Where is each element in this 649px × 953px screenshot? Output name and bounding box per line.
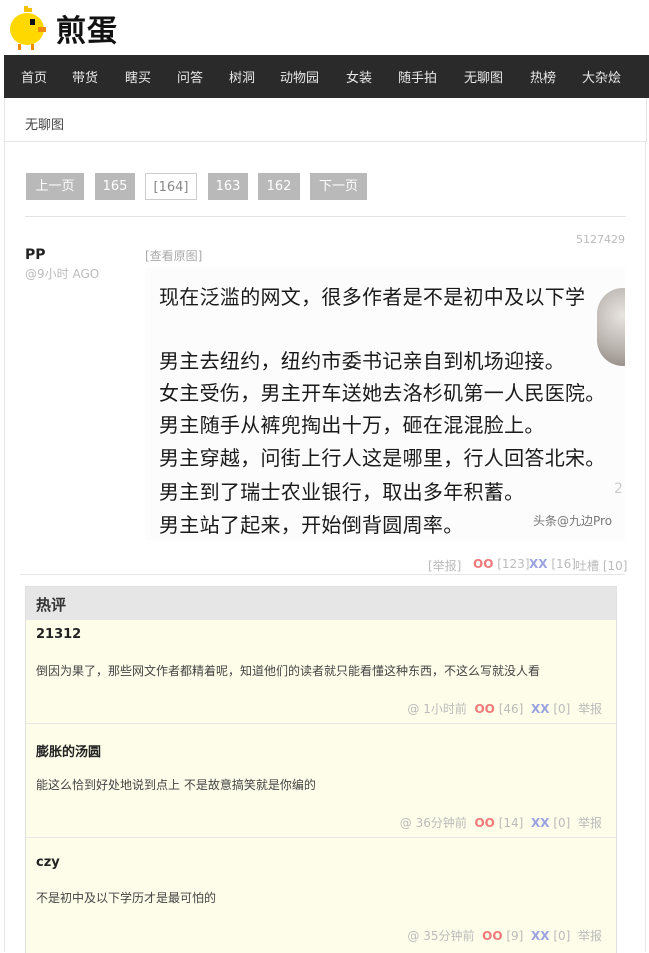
- xx-count: [16]: [551, 557, 576, 571]
- nav-item-daihuo[interactable]: 带货: [72, 67, 98, 86]
- current-page: [164]: [145, 173, 197, 200]
- nav-item-nvzhuang[interactable]: 女装: [346, 67, 372, 86]
- post-image[interactable]: 现在泛滥的网文，很多作者是不是初中及以下学 男主去纽约，纽约市委书记亲自到机场迎…: [145, 268, 625, 540]
- comment-author: 21312: [36, 627, 82, 642]
- xx-label: XX: [529, 557, 548, 571]
- image-text-line: 男主站了起来，开始倒背圆周率。: [159, 513, 464, 537]
- comment-text: 不是初中及以下学历才是最可怕的: [36, 891, 217, 905]
- oo-button[interactable]: OO [123]: [473, 557, 530, 571]
- logo-text: 煎蛋: [56, 14, 118, 49]
- comment-text: 倒因为果了，那些网文作者都精着呢，知道他们的读者就只能看懂这种东西，不这么写就没…: [36, 664, 541, 678]
- xx-label[interactable]: XX: [531, 929, 550, 943]
- oo-label[interactable]: OO: [474, 702, 494, 716]
- image-text-line: 现在泛滥的网文，很多作者是不是初中及以下学: [159, 285, 586, 309]
- comment-item: 膨胀的汤圆 能这么恰到好处地说到点上 不是故意搞笑就是你编的 @ 36分钟前 O…: [26, 724, 616, 837]
- oo-count: [9]: [506, 929, 524, 943]
- nav-item-suishoupai[interactable]: 随手拍: [398, 67, 437, 86]
- comment-item: 21312 倒因为果了，那些网文作者都精着呢，知道他们的读者就只能看懂这种东西，…: [26, 620, 616, 723]
- hot-comments-header: 热评: [26, 587, 616, 620]
- comment-time[interactable]: @ 36分钟前: [400, 816, 467, 830]
- next-page-button[interactable]: 下一页: [310, 173, 367, 200]
- nav-item-dazahui[interactable]: 大杂烩: [582, 67, 621, 86]
- nav-item-xiamai[interactable]: 瞎买: [125, 67, 151, 86]
- xx-count: [0]: [553, 929, 571, 943]
- oo-label[interactable]: OO: [482, 929, 502, 943]
- xx-count: [0]: [553, 702, 571, 716]
- nav-item-rebang[interactable]: 热榜: [530, 67, 556, 86]
- oo-count: [123]: [497, 557, 530, 571]
- nav-item-home[interactable]: 首页: [21, 67, 47, 86]
- left-border: [4, 141, 5, 952]
- report-link[interactable]: 举报: [578, 816, 602, 830]
- xx-label[interactable]: XX: [531, 702, 550, 716]
- xx-button[interactable]: XX [16]: [529, 557, 576, 571]
- image-side-text: 2: [614, 481, 623, 497]
- image-text-line: 男主去纽约，纽约市委书记亲自到机场迎接。: [159, 349, 565, 373]
- image-text-line: 男主随手从裤兜掏出十万，砸在混混脸上。: [159, 413, 545, 437]
- comment-meta: @ 1小时前 OO [46] XX [0] 举报: [407, 700, 602, 717]
- divider: [20, 574, 625, 575]
- comment-author: 膨胀的汤圆: [36, 745, 102, 760]
- image-text-line: 男主穿越，问街上行人这是哪里，行人回答北宋。: [159, 446, 606, 470]
- divider: [25, 216, 626, 217]
- post-time[interactable]: @9小时 AGO: [25, 265, 99, 282]
- xx-label[interactable]: XX: [531, 816, 550, 830]
- comment-text: 能这么恰到好处地说到点上 不是故意搞笑就是你编的: [36, 778, 316, 792]
- right-border: [645, 141, 646, 952]
- nav-item-shudong[interactable]: 树洞: [229, 67, 255, 86]
- report-link[interactable]: 举报: [578, 929, 602, 943]
- breadcrumb-current: 无聊图: [25, 118, 65, 133]
- image-watermark: 头条@九边Pro: [533, 514, 613, 528]
- page-163-button[interactable]: 163: [208, 173, 248, 200]
- main-nav: 首页 带货 瞎买 问答 树洞 动物园 女装 随手拍 无聊图 热榜 大杂烩: [4, 55, 649, 98]
- report-link[interactable]: [举报]: [428, 557, 461, 574]
- oo-label[interactable]: OO: [474, 816, 494, 830]
- page-165-button[interactable]: 165: [95, 173, 135, 200]
- hot-comments: 热评 21312 倒因为果了，那些网文作者都精着呢，知道他们的读者就只能看懂这种…: [25, 586, 617, 953]
- nav-item-zoo[interactable]: 动物园: [280, 67, 319, 86]
- comment-author: czy: [36, 855, 60, 870]
- hot-comments-title: 热评: [36, 596, 67, 614]
- chick-logo-icon: [4, 5, 50, 51]
- comment-meta: @ 36分钟前 OO [14] XX [0] 举报: [400, 814, 602, 831]
- post-id[interactable]: 5127429: [560, 233, 625, 246]
- report-link[interactable]: 举报: [578, 702, 602, 716]
- image-text-line: 男主到了瑞士农业银行，取出多年积蓄。: [159, 480, 525, 504]
- comment-meta: @ 35分钟前 OO [9] XX [0] 举报: [407, 927, 602, 944]
- image-text-line: 女主受伤，男主开车送她去洛杉矶第一人民医院。: [159, 381, 606, 405]
- oo-count: [46]: [498, 702, 524, 716]
- xx-count: [0]: [553, 816, 571, 830]
- post-author: PP: [25, 247, 46, 263]
- view-original-link[interactable]: [查看原图]: [145, 247, 202, 264]
- comment-time[interactable]: @ 35分钟前: [407, 929, 474, 943]
- prev-page-button[interactable]: 上一页: [26, 173, 84, 200]
- oo-label: OO: [473, 557, 494, 571]
- avatar: [597, 288, 625, 366]
- tucao-button[interactable]: 吐槽 [10]: [575, 557, 627, 574]
- comment-item: czy 不是初中及以下学历才是最可怕的 @ 35分钟前 OO [9] XX [0…: [26, 838, 616, 953]
- nav-item-wenda[interactable]: 问答: [177, 67, 203, 86]
- site-logo[interactable]: 煎蛋: [4, 4, 118, 52]
- page-162-button[interactable]: 162: [258, 173, 300, 200]
- comment-time[interactable]: @ 1小时前: [407, 702, 466, 716]
- breadcrumb: 无聊图: [4, 98, 647, 142]
- oo-count: [14]: [498, 816, 524, 830]
- nav-item-wuliaotu[interactable]: 无聊图: [464, 67, 503, 86]
